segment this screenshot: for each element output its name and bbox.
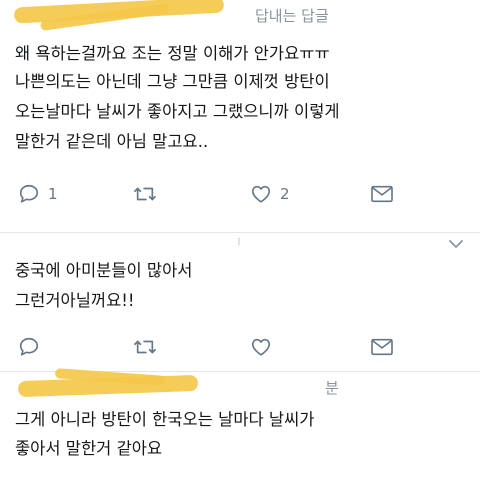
reply-button[interactable]: 1 — [18, 179, 58, 209]
reply-context: 답내는 답글 — [255, 7, 329, 25]
tweet-actions — [0, 332, 480, 362]
tweet-text-line: 나쁜의도는 아닌데 그냥 그만큼 이제껏 방탄이 — [15, 72, 330, 91]
tweet-actions: 1 2 — [0, 179, 480, 209]
reply-icon — [19, 337, 39, 356]
chevron-down-icon[interactable] — [448, 239, 464, 249]
tweet-1[interactable]: 답내는 답글 왜 욕하는걸까요 조는 정말 이해가 안가요ㅠㅠ 나쁜의도는 아닌… — [0, 0, 480, 232]
retweet-icon — [134, 340, 156, 354]
redacted-username: ╷ — [235, 231, 243, 246]
reply-icon — [19, 184, 39, 203]
tweet-2[interactable]: ╷ 중국에 아미분들이 많아서 그런거아닐꺼요!! — [0, 231, 480, 371]
retweet-button[interactable] — [133, 179, 157, 209]
tweet-text-line: 그게 아니라 방탄이 한국오는 날마다 날씨가 — [15, 410, 315, 429]
retweet-button[interactable] — [133, 332, 157, 362]
tweet-text-line: 중국에 아미분들이 많아서 — [15, 261, 193, 280]
like-button[interactable]: 2 — [250, 179, 290, 209]
share-button[interactable] — [370, 332, 394, 362]
reply-count: 1 — [48, 185, 58, 203]
share-icon — [371, 185, 393, 203]
like-count: 2 — [280, 185, 290, 203]
tweet-text-line: 좋아서 말한거 같아요 — [15, 439, 163, 458]
tweet-text-line: 말한거 같은데 아님 말고요.. — [15, 132, 209, 151]
retweet-icon — [134, 187, 156, 201]
tweet-text-line: 그런거아닐꺼요!! — [15, 291, 135, 310]
like-button[interactable] — [250, 332, 272, 362]
tweet-text-line: 오는날마다 날씨가 좋아지고 그랬으니까 이렇게 — [15, 102, 340, 121]
tweet-text-line: 왜 욕하는걸까요 조는 정말 이해가 안가요ㅠㅠ — [15, 44, 330, 63]
reply-context: 분 — [325, 379, 339, 397]
share-button[interactable] — [370, 179, 394, 209]
reply-button[interactable] — [18, 332, 40, 362]
share-icon — [371, 338, 393, 356]
tweet-3[interactable]: 분 그게 아니라 방탄이 한국오는 날마다 날씨가 좋아서 말한거 같아요 — [0, 368, 480, 485]
like-icon — [251, 185, 271, 203]
like-icon — [251, 338, 271, 356]
